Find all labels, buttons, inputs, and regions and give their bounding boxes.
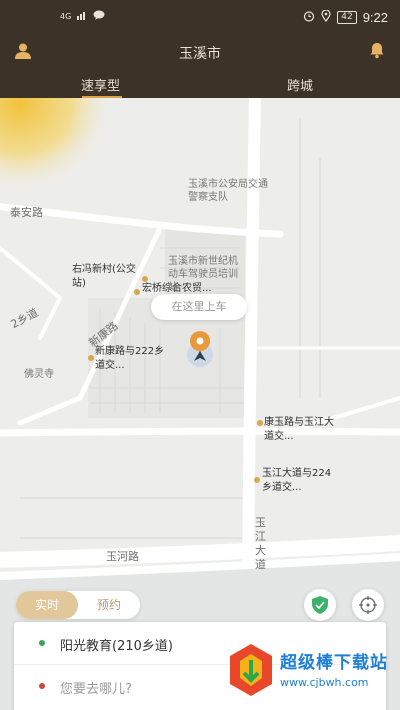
poi-marker <box>257 420 263 426</box>
crosshair-icon <box>359 596 377 614</box>
heat-glow <box>0 98 115 194</box>
label-yujiang-224[interactable]: 玉江大道与224乡道交... <box>262 467 334 495</box>
label-yujiang-ave: 玉江大道 <box>255 516 266 571</box>
pickup-here-bubble[interactable]: 在这里上车 <box>151 294 247 320</box>
signal-bars-icon <box>77 10 87 23</box>
label-taian-road: 泰安路 <box>10 206 43 219</box>
watermark-logo-icon <box>230 644 272 696</box>
safety-button[interactable] <box>304 589 336 621</box>
destination-dot-icon <box>39 683 45 689</box>
label-xinkang-222[interactable]: 新康路与222乡道交... <box>95 345 165 373</box>
pickup-location[interactable]: 阳光教育(210乡道) <box>60 635 173 654</box>
label-youfeng-village[interactable]: 右冯新村(公交站) <box>72 263 142 291</box>
city-title[interactable]: 玉溪市 <box>0 43 400 63</box>
status-right: 42 9:22 <box>303 9 388 25</box>
label-yuhe-road: 玉河路 <box>106 550 139 563</box>
tab-express[interactable]: 速享型 <box>81 75 120 94</box>
status-left: 4G <box>60 10 105 23</box>
tab-intercity[interactable]: 跨城 <box>287 75 313 94</box>
mode-reserve-button[interactable]: 预约 <box>78 591 140 619</box>
signal-indicator: 4G <box>60 12 72 21</box>
app-header: 玉溪市 速享型 跨城 <box>0 34 400 98</box>
clock: 9:22 <box>362 10 388 25</box>
notification-bell-icon[interactable] <box>368 41 386 59</box>
destination-input[interactable]: 您要去哪儿? <box>60 678 132 697</box>
label-kangyu-yujiang[interactable]: 康玉路与玉江大道交... <box>264 416 334 444</box>
watermark-title: 超级棒下载站 <box>280 653 388 673</box>
status-bar: 4G 42 9:22 <box>0 0 400 34</box>
mode-realtime-button[interactable]: 实时 <box>16 591 78 619</box>
location-status-icon <box>321 9 331 25</box>
label-new-century-school: 玉溪市新世纪机动车驾驶员培训站 <box>168 256 238 293</box>
pickup-dot-icon <box>39 640 45 646</box>
locate-me-button[interactable] <box>352 589 384 621</box>
label-police-dept: 玉溪市公安局交通警察支队 <box>188 179 268 203</box>
ride-mode-toggle: 实时 预约 <box>16 591 140 619</box>
shield-icon <box>312 596 328 614</box>
map-view[interactable]: 玉溪市公安局交通警察支队 泰安路 右冯新村(公交站) 宏桥综合农贸... 玉溪市… <box>0 98 400 710</box>
pickup-pin-icon[interactable] <box>187 331 213 371</box>
poi-marker <box>254 477 260 483</box>
site-watermark: 超级棒下载站 www.cjbwh.com <box>228 642 398 708</box>
battery-indicator: 42 <box>337 11 357 24</box>
poi-marker <box>134 289 140 295</box>
watermark-url: www.cjbwh.com <box>280 676 369 689</box>
alarm-icon <box>303 10 315 25</box>
poi-marker <box>88 355 94 361</box>
label-foling-temple: 佛灵寺 <box>24 369 54 380</box>
message-icon <box>93 10 105 23</box>
